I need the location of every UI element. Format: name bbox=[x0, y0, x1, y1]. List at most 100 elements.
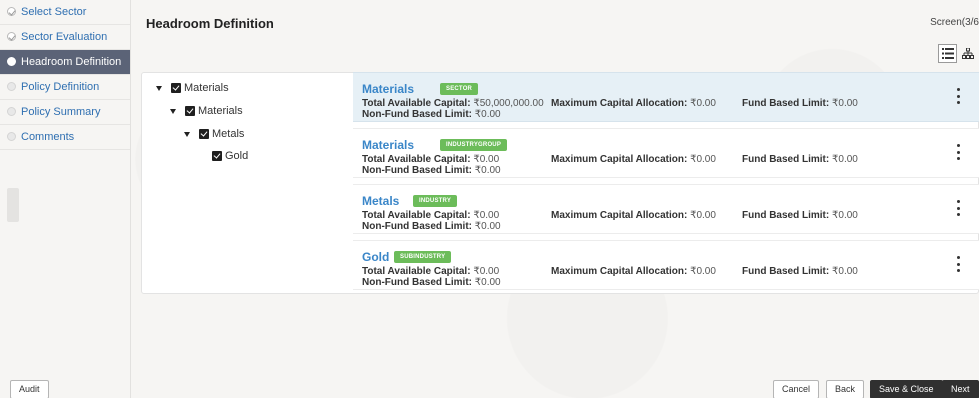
total-capital-value: ₹0.00 bbox=[473, 154, 500, 165]
step-headroom-definition[interactable]: Headroom Definition bbox=[0, 50, 130, 75]
step-label: Comments bbox=[21, 131, 75, 143]
step-label: Policy Summary bbox=[21, 106, 101, 118]
more-options-icon[interactable] bbox=[956, 256, 960, 272]
page-title: Headroom Definition bbox=[146, 16, 274, 31]
checkbox-checked-icon[interactable] bbox=[212, 151, 222, 161]
audit-button[interactable]: Audit bbox=[10, 380, 49, 398]
non-fund-limit-value: ₹0.00 bbox=[474, 165, 501, 176]
non-fund-limit-field: Non-Fund Based Limit: ₹0.00 bbox=[362, 165, 501, 176]
entity-row-industry[interactable]: Metals INDUSTRY Total Available Capital:… bbox=[353, 184, 979, 234]
entity-name[interactable]: Metals bbox=[362, 194, 399, 208]
non-fund-limit-value: ₹0.00 bbox=[474, 109, 501, 120]
step-sector-evaluation[interactable]: Sector Evaluation bbox=[0, 25, 130, 50]
entity-type-badge: INDUSTRY bbox=[413, 195, 458, 207]
non-fund-limit-label: Non-Fund Based Limit: bbox=[362, 109, 472, 120]
step-select-sector[interactable]: Select Sector bbox=[0, 0, 130, 25]
checkbox-checked-icon[interactable] bbox=[171, 83, 181, 93]
step-label: Select Sector bbox=[21, 6, 87, 18]
entity-row-sector[interactable]: Materials SECTOR Total Available Capital… bbox=[353, 72, 979, 122]
entity-name[interactable]: Materials bbox=[362, 138, 414, 152]
total-capital-field: Total Available Capital: ₹0.00 bbox=[362, 154, 499, 165]
step-policy-summary[interactable]: Policy Summary bbox=[0, 100, 130, 125]
list-view-icon bbox=[941, 48, 954, 59]
fund-limit-field: Fund Based Limit: ₹0.00 bbox=[742, 98, 858, 109]
max-allocation-field: Maximum Capital Allocation: ₹0.00 bbox=[551, 98, 716, 109]
more-options-icon[interactable] bbox=[956, 144, 960, 160]
total-capital-label: Total Available Capital: bbox=[362, 266, 471, 277]
step-pending-icon bbox=[7, 132, 16, 141]
expand-caret-icon[interactable] bbox=[170, 108, 176, 114]
non-fund-limit-value: ₹0.00 bbox=[474, 277, 501, 288]
expand-caret-icon[interactable] bbox=[184, 131, 190, 137]
non-fund-limit-label: Non-Fund Based Limit: bbox=[362, 221, 472, 232]
non-fund-limit-label: Non-Fund Based Limit: bbox=[362, 277, 472, 288]
max-allocation-label: Maximum Capital Allocation: bbox=[551, 266, 688, 277]
fund-limit-label: Fund Based Limit: bbox=[742, 210, 830, 221]
entity-name[interactable]: Gold bbox=[362, 250, 389, 264]
fund-limit-value: ₹0.00 bbox=[832, 210, 858, 221]
entity-name[interactable]: Materials bbox=[362, 82, 414, 96]
entity-type-badge: SUBINDUSTRY bbox=[394, 251, 452, 263]
max-allocation-field: Maximum Capital Allocation: ₹0.00 bbox=[551, 210, 716, 221]
max-allocation-field: Maximum Capital Allocation: ₹0.00 bbox=[551, 266, 716, 277]
max-allocation-value: ₹0.00 bbox=[690, 98, 716, 109]
max-allocation-label: Maximum Capital Allocation: bbox=[551, 210, 688, 221]
total-capital-value: ₹0.00 bbox=[473, 266, 500, 277]
max-allocation-value: ₹0.00 bbox=[690, 210, 716, 221]
step-policy-definition[interactable]: Policy Definition bbox=[0, 75, 130, 100]
fund-limit-value: ₹0.00 bbox=[832, 98, 858, 109]
back-button[interactable]: Back bbox=[826, 380, 865, 398]
total-capital-value: ₹0.00 bbox=[473, 210, 500, 221]
max-allocation-label: Maximum Capital Allocation: bbox=[551, 98, 688, 109]
fund-limit-field: Fund Based Limit: ₹0.00 bbox=[742, 154, 858, 165]
step-current-icon bbox=[7, 57, 16, 66]
tree-view-button[interactable] bbox=[958, 44, 977, 63]
collapse-panel-handle[interactable] bbox=[7, 188, 19, 222]
step-label: Headroom Definition bbox=[21, 56, 122, 68]
fund-limit-label: Fund Based Limit: bbox=[742, 98, 830, 109]
tree-node-gold[interactable]: Gold bbox=[212, 150, 248, 162]
non-fund-limit-field: Non-Fund Based Limit: ₹0.00 bbox=[362, 277, 501, 288]
total-capital-label: Total Available Capital: bbox=[362, 154, 471, 165]
tree-node-label: Metals bbox=[212, 128, 245, 140]
non-fund-limit-label: Non-Fund Based Limit: bbox=[362, 165, 472, 176]
view-toggle bbox=[938, 44, 978, 63]
tree-node-label: Gold bbox=[225, 150, 249, 162]
entity-type-badge: INDUSTRYGROUP bbox=[440, 139, 508, 151]
max-allocation-label: Maximum Capital Allocation: bbox=[551, 154, 688, 165]
fund-limit-label: Fund Based Limit: bbox=[742, 154, 830, 165]
screen-indicator: Screen(3/6 bbox=[930, 17, 979, 28]
list-view-button[interactable] bbox=[938, 44, 957, 63]
step-pending-icon bbox=[7, 107, 16, 116]
more-options-icon[interactable] bbox=[956, 88, 960, 104]
tree-node-label: Materials bbox=[184, 82, 229, 94]
step-label: Sector Evaluation bbox=[21, 31, 108, 43]
total-capital-field: Total Available Capital: ₹0.00 bbox=[362, 210, 499, 221]
entity-row-sub-industry[interactable]: Gold SUBINDUSTRY Total Available Capital… bbox=[353, 240, 979, 290]
total-capital-label: Total Available Capital: bbox=[362, 98, 471, 109]
expand-caret-icon[interactable] bbox=[156, 85, 162, 91]
total-capital-field: Total Available Capital: ₹0.00 bbox=[362, 266, 499, 277]
fund-limit-field: Fund Based Limit: ₹0.00 bbox=[742, 266, 858, 277]
next-button[interactable]: Next bbox=[942, 380, 979, 398]
fund-limit-label: Fund Based Limit: bbox=[742, 266, 830, 277]
checkbox-checked-icon[interactable] bbox=[185, 106, 195, 116]
save-and-close-button[interactable]: Save & Close bbox=[870, 380, 943, 398]
max-allocation-value: ₹0.00 bbox=[690, 266, 716, 277]
step-label: Policy Definition bbox=[21, 81, 100, 93]
tree-node-metals[interactable]: Metals bbox=[184, 128, 244, 140]
max-allocation-field: Maximum Capital Allocation: ₹0.00 bbox=[551, 154, 716, 165]
total-capital-label: Total Available Capital: bbox=[362, 210, 471, 221]
checkbox-checked-icon[interactable] bbox=[199, 129, 209, 139]
tree-node-materials-group[interactable]: Materials bbox=[170, 105, 243, 117]
cancel-button[interactable]: Cancel bbox=[773, 380, 820, 398]
total-capital-value: ₹50,000,000.00 bbox=[473, 98, 544, 109]
step-pending-icon bbox=[7, 82, 16, 91]
total-capital-field: Total Available Capital: ₹50,000,000.00 bbox=[362, 98, 544, 109]
tree-node-materials[interactable]: Materials bbox=[156, 82, 229, 94]
entity-row-industry-group[interactable]: Materials INDUSTRYGROUP Total Available … bbox=[353, 128, 979, 178]
more-options-icon[interactable] bbox=[956, 200, 960, 216]
step-comments[interactable]: Comments bbox=[0, 125, 130, 150]
step-complete-icon bbox=[7, 32, 16, 41]
step-complete-icon bbox=[7, 7, 16, 16]
